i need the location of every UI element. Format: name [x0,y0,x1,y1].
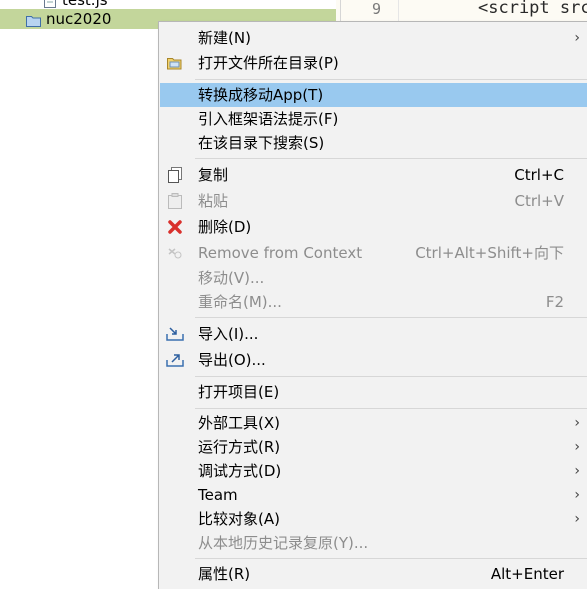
paste-icon [166,192,184,210]
menu-item-label: 在该目录下搜索(S) [198,134,325,152]
menu-item-delete[interactable]: 删除(D) [160,215,587,239]
menu-item-remove-from-context[interactable]: Remove from Context Ctrl+Alt+Shift+向下 [160,241,587,265]
menu-item-shortcut: Ctrl+V [514,192,564,210]
menu-item-label: 比较对象(A) [198,510,280,528]
tree-row-label: test.js [62,0,108,9]
code-line[interactable]: <script src [478,0,587,18]
chevron-right-icon: › [574,487,580,503]
menu-item-label: 打开项目(E) [198,383,280,401]
chevron-right-icon: › [574,415,580,431]
menu-separator [195,79,587,80]
chevron-right-icon: › [574,463,580,479]
menu-item-compare-with[interactable]: 比较对象(A) › [160,507,587,531]
menu-item-label: 从本地历史记录复原(Y)... [198,534,369,552]
menu-separator [195,408,587,409]
menu-item-shortcut: Ctrl+C [514,166,564,184]
menu-item-label: 粘贴 [198,192,229,210]
menu-item-move[interactable]: 移动(V)... [160,266,587,290]
menu-item-label: 打开文件所在目录(P) [198,54,339,72]
menu-item-convert-to-mobile-app[interactable]: 转换成移动App(T) [160,83,587,107]
menu-item-label: Remove from Context [198,244,363,262]
menu-item-label: 属性(R) [198,565,251,583]
folder-icon [26,13,41,27]
menu-item-shortcut: F2 [545,293,564,311]
menu-item-export[interactable]: 导出(O)... [160,348,587,372]
menu-item-external-tools[interactable]: 外部工具(X) › [160,411,587,435]
menu-separator [195,376,587,377]
menu-item-label: 引入框架语法提示(F) [198,110,339,128]
menu-item-label: 导出(O)... [198,351,266,369]
menu-item-label: 转换成移动App(T) [198,86,324,104]
chevron-right-icon: › [574,30,580,46]
menu-item-team[interactable]: Team › [160,483,587,507]
delete-icon [166,218,184,236]
menu-item-label: Team [198,486,238,504]
context-menu: 新建(N) › 打开文件所在目录(P) 转换成移动App(T) 引入框架语法提示… [158,21,587,589]
folder-open-icon [166,54,184,72]
menu-item-label: 运行方式(R) [198,438,281,456]
menu-item-label: 新建(N) [198,29,251,47]
menu-separator [195,558,587,559]
menu-item-run-as[interactable]: 运行方式(R) › [160,435,587,459]
menu-item-copy[interactable]: 复制 Ctrl+C [160,163,587,187]
menu-item-paste[interactable]: 粘贴 Ctrl+V [160,189,587,213]
chevron-right-icon: › [574,439,580,455]
menu-item-label: 外部工具(X) [198,414,280,432]
menu-item-label: 删除(D) [198,218,252,236]
menu-item-new[interactable]: 新建(N) › [160,26,587,50]
menu-item-label: 移动(V)... [198,269,265,287]
chevron-right-icon: › [574,511,580,527]
menu-item-import[interactable]: 导入(I)... [160,322,587,346]
import-icon [166,325,184,343]
menu-item-shortcut: Alt+Enter [490,565,564,583]
menu-separator [195,317,587,318]
menu-separator [195,158,587,159]
menu-item-open-containing-folder[interactable]: 打开文件所在目录(P) [160,51,587,75]
menu-item-label: 导入(I)... [198,325,259,343]
menu-item-debug-as[interactable]: 调试方式(D) › [160,459,587,483]
menu-item-framework-syntax-hints[interactable]: 引入框架语法提示(F) [160,107,587,131]
menu-item-rename[interactable]: 重命名(M)... F2 [160,290,587,314]
menu-item-shortcut: Ctrl+Alt+Shift+向下 [415,244,564,262]
menu-item-label: 复制 [198,166,229,184]
menu-item-label: 调试方式(D) [198,462,282,480]
copy-icon [166,166,184,184]
export-icon [166,351,184,369]
menu-item-label: 重命名(M)... [198,293,282,311]
menu-item-restore-from-local-history[interactable]: 从本地历史记录复原(Y)... [160,531,587,555]
file-icon [44,0,59,8]
line-number: 9 [372,0,382,18]
remove-context-icon [166,244,184,262]
tree-row-label: nuc2020 [46,10,112,28]
menu-item-properties[interactable]: 属性(R) Alt+Enter [160,562,587,586]
menu-item-open-project[interactable]: 打开项目(E) [160,380,587,404]
menu-item-search-in-directory[interactable]: 在该目录下搜索(S) [160,131,587,155]
